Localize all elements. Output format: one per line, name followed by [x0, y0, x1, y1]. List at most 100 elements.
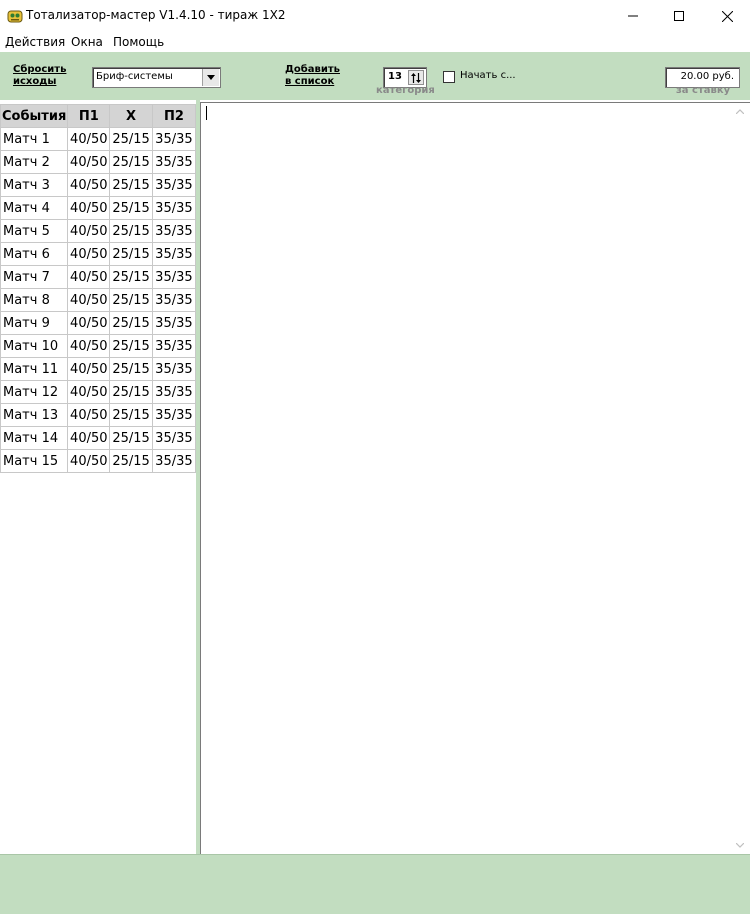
reset-outcomes-link[interactable]: Сбросить исходы	[13, 64, 66, 88]
event-name-cell[interactable]: Матч 14	[0, 426, 69, 450]
table-row[interactable]: Матч 2 40/50 25/15 35/35	[0, 150, 197, 174]
x-cell[interactable]: 25/15	[109, 426, 153, 450]
results-text-area[interactable]	[200, 102, 750, 854]
event-name-cell[interactable]: Матч 2	[0, 150, 69, 174]
p1-cell[interactable]: 40/50	[67, 449, 111, 473]
x-cell[interactable]: 25/15	[109, 196, 153, 220]
table-row[interactable]: Матч 8 40/50 25/15 35/35	[0, 288, 197, 312]
add-to-list-line2: в список	[285, 76, 335, 87]
table-row[interactable]: Матч 3 40/50 25/15 35/35	[0, 173, 197, 197]
table-row[interactable]: Матч 13 40/50 25/15 35/35	[0, 403, 197, 427]
event-name-cell[interactable]: Матч 9	[0, 311, 69, 335]
start-from-label[interactable]: Начать с...	[460, 70, 516, 81]
dropdown-arrow-button[interactable]	[202, 69, 219, 86]
grid-header-row: События П1 Х П2	[0, 104, 197, 128]
p1-cell[interactable]: 40/50	[67, 219, 111, 243]
menu-windows[interactable]: Окна	[71, 35, 103, 49]
table-row[interactable]: Матч 1 40/50 25/15 35/35	[0, 127, 197, 151]
p1-cell[interactable]: 40/50	[67, 242, 111, 266]
table-row[interactable]: Матч 4 40/50 25/15 35/35	[0, 196, 197, 220]
menu-actions[interactable]: Действия	[5, 35, 65, 49]
event-name-cell[interactable]: Матч 7	[0, 265, 69, 289]
menu-help[interactable]: Помощь	[113, 35, 164, 49]
x-cell[interactable]: 25/15	[109, 403, 153, 427]
x-cell[interactable]: 25/15	[109, 150, 153, 174]
p2-cell[interactable]: 35/35	[151, 426, 197, 450]
maximize-button[interactable]	[656, 0, 702, 32]
p1-cell[interactable]: 40/50	[67, 380, 111, 404]
menu-bar: Действия Окна Помощь	[0, 32, 750, 52]
p1-cell[interactable]: 40/50	[67, 426, 111, 450]
event-name-cell[interactable]: Матч 13	[0, 403, 69, 427]
scroll-down-arrow-icon[interactable]	[736, 843, 744, 848]
x-cell[interactable]: 25/15	[109, 219, 153, 243]
p2-cell[interactable]: 35/35	[151, 357, 197, 381]
p1-cell[interactable]: 40/50	[67, 311, 111, 335]
p1-cell[interactable]: 40/50	[67, 150, 111, 174]
header-p2[interactable]: П2	[151, 104, 197, 128]
table-row[interactable]: Матч 15 40/50 25/15 35/35	[0, 449, 197, 473]
event-name-cell[interactable]: Матч 4	[0, 196, 69, 220]
p1-cell[interactable]: 40/50	[67, 265, 111, 289]
p2-cell[interactable]: 35/35	[151, 196, 197, 220]
p2-cell[interactable]: 35/35	[151, 173, 197, 197]
event-name-cell[interactable]: Матч 6	[0, 242, 69, 266]
p2-cell[interactable]: 35/35	[151, 127, 197, 151]
event-name-cell[interactable]: Матч 15	[0, 449, 69, 473]
p2-cell[interactable]: 35/35	[151, 288, 197, 312]
x-cell[interactable]: 25/15	[109, 127, 153, 151]
add-to-list-link[interactable]: Добавить в список	[285, 64, 340, 88]
p2-cell[interactable]: 35/35	[151, 380, 197, 404]
close-button[interactable]	[704, 0, 750, 32]
p2-cell[interactable]: 35/35	[151, 311, 197, 335]
p1-cell[interactable]: 40/50	[67, 196, 111, 220]
scroll-up-arrow-icon[interactable]	[736, 109, 744, 114]
start-from-checkbox[interactable]	[443, 71, 455, 83]
event-name-cell[interactable]: Матч 8	[0, 288, 69, 312]
p1-cell[interactable]: 40/50	[67, 334, 111, 358]
x-cell[interactable]: 25/15	[109, 311, 153, 335]
up-down-arrows-icon	[411, 72, 421, 83]
table-row[interactable]: Матч 7 40/50 25/15 35/35	[0, 265, 197, 289]
minimize-button[interactable]	[610, 0, 656, 32]
p2-cell[interactable]: 35/35	[151, 265, 197, 289]
x-cell[interactable]: 25/15	[109, 288, 153, 312]
p2-cell[interactable]: 35/35	[151, 449, 197, 473]
x-cell[interactable]: 25/15	[109, 334, 153, 358]
p1-cell[interactable]: 40/50	[67, 127, 111, 151]
event-name-cell[interactable]: Матч 5	[0, 219, 69, 243]
x-cell[interactable]: 25/15	[109, 357, 153, 381]
header-x[interactable]: Х	[109, 104, 153, 128]
table-row[interactable]: Матч 6 40/50 25/15 35/35	[0, 242, 197, 266]
table-row[interactable]: Матч 10 40/50 25/15 35/35	[0, 334, 197, 358]
p1-cell[interactable]: 40/50	[67, 403, 111, 427]
p2-cell[interactable]: 35/35	[151, 219, 197, 243]
p2-cell[interactable]: 35/35	[151, 150, 197, 174]
p2-cell[interactable]: 35/35	[151, 403, 197, 427]
table-row[interactable]: Матч 12 40/50 25/15 35/35	[0, 380, 197, 404]
event-name-cell[interactable]: Матч 1	[0, 127, 69, 151]
table-row[interactable]: Матч 5 40/50 25/15 35/35	[0, 219, 197, 243]
x-cell[interactable]: 25/15	[109, 242, 153, 266]
table-row[interactable]: Матч 14 40/50 25/15 35/35	[0, 426, 197, 450]
event-name-cell[interactable]: Матч 11	[0, 357, 69, 381]
app-logo-icon	[7, 10, 23, 23]
p1-cell[interactable]: 40/50	[67, 173, 111, 197]
x-cell[interactable]: 25/15	[109, 449, 153, 473]
p2-cell[interactable]: 35/35	[151, 334, 197, 358]
x-cell[interactable]: 25/15	[109, 265, 153, 289]
p1-cell[interactable]: 40/50	[67, 288, 111, 312]
x-cell[interactable]: 25/15	[109, 173, 153, 197]
x-cell[interactable]: 25/15	[109, 380, 153, 404]
p1-cell[interactable]: 40/50	[67, 357, 111, 381]
event-name-cell[interactable]: Матч 3	[0, 173, 69, 197]
event-name-cell[interactable]: Матч 10	[0, 334, 69, 358]
table-row[interactable]: Матч 9 40/50 25/15 35/35	[0, 311, 197, 335]
spin-button[interactable]	[408, 70, 424, 85]
p2-cell[interactable]: 35/35	[151, 242, 197, 266]
header-p1[interactable]: П1	[67, 104, 111, 128]
event-name-cell[interactable]: Матч 12	[0, 380, 69, 404]
system-select[interactable]: Бриф-системы	[92, 67, 221, 88]
header-events[interactable]: События	[0, 104, 69, 128]
table-row[interactable]: Матч 11 40/50 25/15 35/35	[0, 357, 197, 381]
